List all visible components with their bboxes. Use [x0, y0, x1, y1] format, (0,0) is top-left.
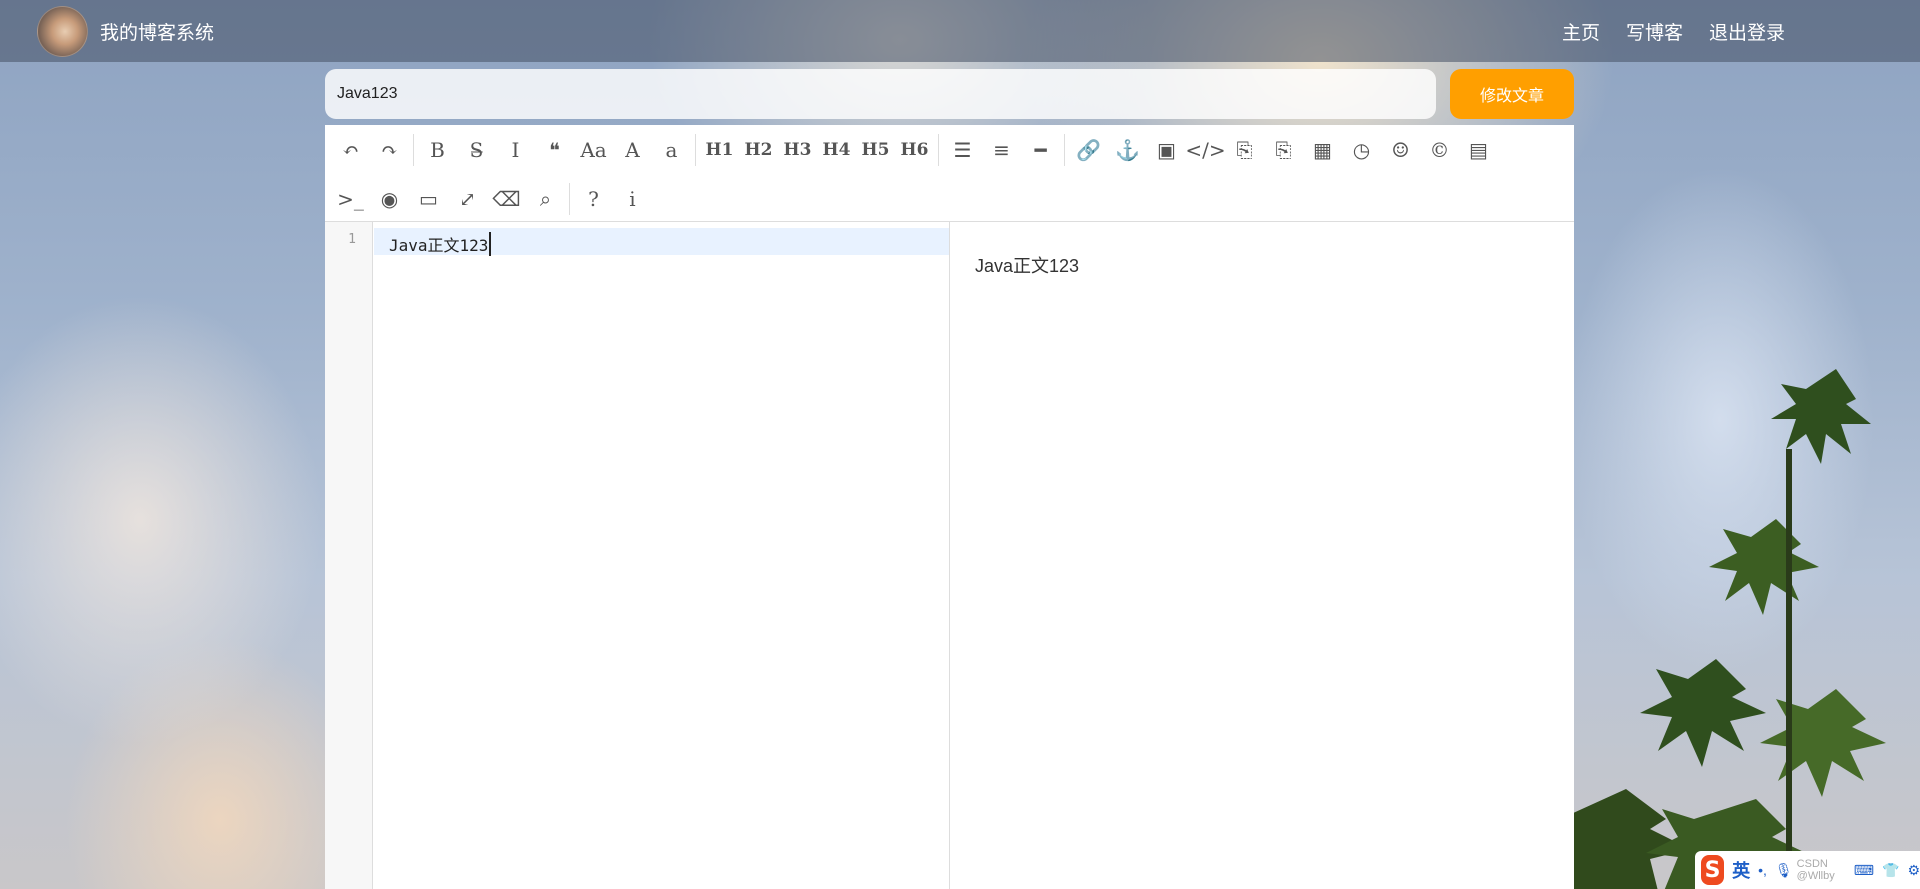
- unordered-list-icon[interactable]: ☰: [943, 132, 982, 168]
- line-number-gutter: 1: [325, 222, 373, 889]
- toolbar-separator: [938, 134, 939, 166]
- search-icon[interactable]: ⌕: [526, 181, 565, 217]
- redo-icon[interactable]: ↷: [370, 132, 409, 168]
- toolbar-row-1: ↶ ↷ B S̶ I ❝ Aa Aa H1 H2 H3 H4 H5 H6 ☰ ≡ ━ 🔗 ⚓ ▣ </> ⎘ ⎘ ▦ ◷ ☺ © ▤: [331, 128, 1498, 172]
- emoji-icon[interactable]: ☺: [1381, 132, 1420, 168]
- toolbar-separator: [1064, 134, 1065, 166]
- ime-toolbar[interactable]: S 英 •, 🎙 CSDN @Wllby ⌨ 👕 ⚙: [1695, 851, 1920, 889]
- anchor-icon[interactable]: ⚓: [1108, 132, 1147, 168]
- preview-icon[interactable]: ▭: [409, 181, 448, 217]
- undo-icon[interactable]: ↶: [331, 132, 370, 168]
- sogou-logo-icon: S: [1701, 855, 1725, 885]
- horizontal-rule-icon[interactable]: ━: [1021, 132, 1060, 168]
- h4-icon[interactable]: H4: [817, 132, 856, 168]
- h2-icon[interactable]: H2: [739, 132, 778, 168]
- preview-text: Java正文123: [975, 256, 1080, 276]
- goto-line-icon[interactable]: >_: [331, 181, 370, 217]
- font-uppercase-icon[interactable]: A: [613, 132, 652, 168]
- top-nav: 我的博客系统 主页 写博客 退出登录: [0, 0, 1920, 62]
- image-icon[interactable]: ▣: [1147, 132, 1186, 168]
- strikethrough-icon[interactable]: S̶: [457, 132, 496, 168]
- datetime-icon[interactable]: ◷: [1342, 132, 1381, 168]
- microphone-icon[interactable]: 🎙: [1775, 862, 1793, 879]
- punctuation-icon[interactable]: •,: [1758, 862, 1767, 878]
- ime-language[interactable]: 英: [1732, 857, 1750, 883]
- nav-links: 主页 写博客 退出登录: [1562, 18, 1785, 45]
- nav-link-logout[interactable]: 退出登录: [1709, 18, 1785, 45]
- toolbox-icon[interactable]: ⚙: [1907, 862, 1920, 879]
- watermark: CSDN @Wllby: [1796, 858, 1835, 882]
- info-icon[interactable]: i: [613, 181, 652, 217]
- nav-link-home[interactable]: 主页: [1562, 18, 1600, 45]
- watch-icon[interactable]: ◉: [370, 181, 409, 217]
- keyboard-icon[interactable]: ⌨: [1854, 862, 1874, 879]
- line-number: 1: [348, 232, 356, 247]
- preformatted-text-icon[interactable]: ⎘: [1225, 132, 1264, 168]
- clear-icon[interactable]: ⌫: [487, 181, 526, 217]
- nav-link-write-blog[interactable]: 写博客: [1626, 18, 1683, 45]
- editor-toolbar: ↶ ↷ B S̶ I ❝ Aa Aa H1 H2 H3 H4 H5 H6 ☰ ≡ ━ 🔗 ⚓ ▣ </> ⎘ ⎘ ▦ ◷ ☺ © ▤ …: [325, 125, 1574, 222]
- h1-icon[interactable]: H1: [700, 132, 739, 168]
- toolbar-separator: [413, 134, 414, 166]
- code-line[interactable]: Java正文123: [389, 232, 492, 256]
- toolbar-separator: [695, 134, 696, 166]
- preview-pane: Java正文123: [951, 222, 1574, 889]
- toolbar-separator: [569, 183, 570, 215]
- help-icon[interactable]: ?: [574, 181, 613, 217]
- avatar: [37, 6, 88, 57]
- fullscreen-icon[interactable]: ⤢: [448, 181, 487, 217]
- title-input[interactable]: [325, 69, 1436, 119]
- skin-icon[interactable]: 👕: [1882, 862, 1899, 879]
- h6-icon[interactable]: H6: [895, 132, 934, 168]
- code-block-icon[interactable]: ⎘: [1264, 132, 1303, 168]
- uppercase-icon[interactable]: Aa: [574, 132, 613, 168]
- code-icon[interactable]: </>: [1185, 132, 1225, 168]
- table-icon[interactable]: ▦: [1303, 132, 1342, 168]
- update-article-button[interactable]: 修改文章: [1450, 69, 1574, 119]
- italic-icon[interactable]: I: [496, 132, 535, 168]
- toolbar-row-2: >_ ◉ ▭ ⤢ ⌫ ⌕? i: [331, 177, 652, 221]
- code-pane[interactable]: 1 Java正文123: [325, 222, 950, 889]
- quote-icon[interactable]: ❝: [535, 132, 574, 168]
- site-title: 我的博客系统: [100, 23, 215, 44]
- link-icon[interactable]: 🔗: [1069, 132, 1108, 168]
- bold-icon[interactable]: B: [418, 132, 457, 168]
- markdown-editor: ↶ ↷ B S̶ I ❝ Aa Aa H1 H2 H3 H4 H5 H6 ☰ ≡ ━ 🔗 ⚓ ▣ </> ⎘ ⎘ ▦ ◷ ☺ © ▤ …: [325, 125, 1574, 889]
- h5-icon[interactable]: H5: [856, 132, 895, 168]
- tree-foliage: [1536, 369, 1886, 889]
- font-lowercase-icon[interactable]: a: [652, 132, 691, 168]
- pagebreak-icon[interactable]: ▤: [1459, 132, 1498, 168]
- ordered-list-icon[interactable]: ≡: [982, 132, 1021, 168]
- h3-icon[interactable]: H3: [778, 132, 817, 168]
- html-entities-icon[interactable]: ©: [1420, 132, 1459, 168]
